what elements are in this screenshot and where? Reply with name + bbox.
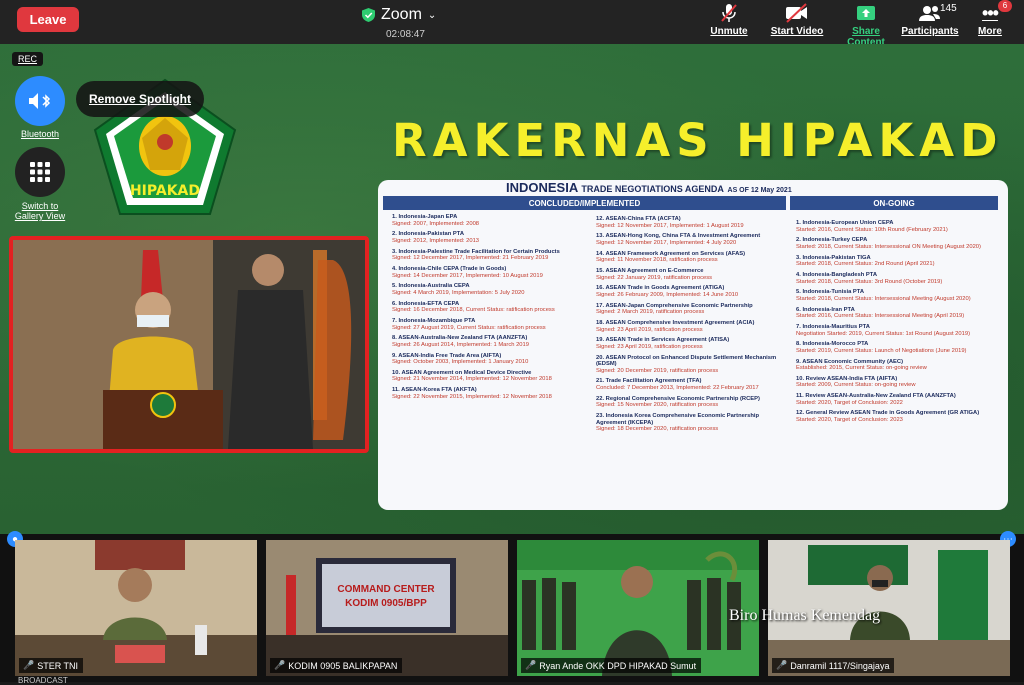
list-item: 4. Indonesia-Chile CEPA (Trade in Goods)… bbox=[392, 265, 543, 279]
list-item: 16. ASEAN Trade in Goods Agreement (ATIG… bbox=[596, 285, 739, 298]
participants-icon bbox=[919, 6, 940, 21]
notification-badge: 6 bbox=[998, 0, 1012, 12]
participants-count: 145 bbox=[940, 3, 957, 14]
list-item: 11. Review ASEAN-Australia-New Zealand F… bbox=[796, 393, 956, 406]
list-item: 14. ASEAN Framework Agreement on Service… bbox=[596, 250, 746, 264]
recording-indicator[interactable]: REC bbox=[12, 52, 44, 66]
list-item: 3. Indonesia-Pakistan TIGA Started: 2018,… bbox=[796, 254, 935, 268]
list-item: 3. Indonesia-Palestine Trade Facilitatio… bbox=[392, 248, 560, 262]
leave-button[interactable]: Leave bbox=[17, 7, 79, 32]
concluded-header: CONCLUDED/IMPLEMENTED bbox=[383, 196, 786, 210]
command-center-text-2: KODIM 0905/BPP bbox=[345, 598, 427, 609]
unmute-label: Unmute bbox=[710, 26, 748, 37]
list-item: 7. Indonesia-Mozambique PTA Signed: 27 Au… bbox=[392, 317, 546, 331]
list-item: 12. ASEAN-China FTA (ACFTA) Signed: 12 No… bbox=[596, 216, 744, 229]
more-label: More bbox=[978, 26, 1002, 37]
headline: RAKERNAS HIPAKAD bbox=[392, 114, 1004, 167]
start-video-button[interactable]: Start Video bbox=[770, 2, 824, 37]
mic-muted-icon bbox=[721, 4, 737, 22]
list-item: 5. Indonesia-Tunisia PTA Started: 2018, C… bbox=[796, 289, 971, 302]
participant-video bbox=[15, 540, 257, 676]
bluetooth-label[interactable]: Bluetooth bbox=[12, 129, 68, 139]
grid-icon bbox=[30, 162, 50, 182]
list-item: 22. Regional Comprehensive Economic Part… bbox=[596, 395, 760, 409]
slide-subtitle: TRADE NEGOTIATIONS AGENDA bbox=[581, 184, 724, 194]
video-off-icon bbox=[786, 3, 807, 23]
share-content-button[interactable]: Share Content bbox=[832, 2, 900, 48]
list-item: 1. Indonesia-Japan EPA Signed: 2007, Impl… bbox=[392, 214, 480, 227]
participant-tile[interactable]: COMMAND CENTER KODIM 0905/BPP 🎤 KODIM 090… bbox=[266, 540, 508, 676]
list-item: 20. ASEAN Protocol on Enhanced Dispute S… bbox=[596, 354, 777, 374]
participant-video: COMMAND CENTER KODIM 0905/BPP bbox=[266, 540, 508, 676]
speaker-video-frame bbox=[13, 240, 365, 449]
list-item: 19. ASEAN Trade in Services Agreement (A… bbox=[596, 337, 730, 350]
mic-muted-icon: 🎤 bbox=[274, 660, 286, 670]
trade-agenda-slide: INDONESIA TRADE NEGOTIATIONS AGENDA AS O… bbox=[378, 180, 1008, 510]
remove-spotlight-button[interactable]: Remove Spotlight bbox=[76, 81, 204, 117]
list-item: 8. ASEAN-Australia-New Zealand FTA (AANZ… bbox=[392, 335, 529, 348]
watermark-text: Biro Humas Kemendag bbox=[729, 607, 881, 624]
list-item: 13. ASEAN-Hong Kong, China FTA & Investm… bbox=[596, 233, 761, 246]
slide-title: INDONESIA TRADE NEGOTIATIONS AGENDA AS O… bbox=[506, 180, 792, 195]
shared-screen-stage: HIPAKAD REC Bluetooth Switch to Gallery … bbox=[0, 44, 1024, 534]
participant-name-label: 🎤 Ryan Ande OKK DPD HIPAKAD Sumut bbox=[521, 658, 702, 673]
concluded-list-left: 1. Indonesia-Japan EPA Signed: 2007, Impl… bbox=[392, 214, 588, 404]
bluetooth-audio-button[interactable] bbox=[15, 76, 65, 126]
participants-label: Participants bbox=[901, 26, 959, 37]
list-item: 17. ASEAN-Japan Comprehensive Economic P… bbox=[596, 302, 753, 316]
list-item: 1. Indonesia-European Union CEPA Started:… bbox=[796, 220, 948, 233]
list-item: 23. Indonesia Korea Comprehensive Econom… bbox=[596, 413, 760, 433]
start-video-label: Start Video bbox=[770, 26, 824, 37]
list-item: 21. Trade Facilitation Agreement (TFA) Co… bbox=[596, 378, 759, 392]
list-item: 11. ASEAN-Korea FTA (AKFTA) Signed: 22 No… bbox=[392, 387, 552, 400]
unmute-button[interactable]: Unmute bbox=[709, 2, 749, 37]
list-item: 2. Indonesia-Turkey CEPA Started: 2018, C… bbox=[796, 237, 981, 250]
meeting-toolbar: Leave Zoom ⌄ 02:08:47 Unmute Start Video bbox=[0, 0, 1024, 48]
speaker-bluetooth-icon bbox=[29, 93, 51, 109]
list-item: 12. General Review ASEAN Trade in Goods … bbox=[796, 410, 980, 424]
ongoing-list: 1. Indonesia-European Union CEPA Started:… bbox=[796, 220, 996, 428]
spotlight-speaker-video bbox=[9, 236, 369, 453]
mic-muted-icon: 🎤 bbox=[525, 660, 537, 670]
list-item: 6. Indonesia-Iran PTA Started: 2016, Curr… bbox=[796, 306, 965, 320]
concluded-list-right: 12. ASEAN-China FTA (ACFTA) Signed: 12 No… bbox=[596, 216, 786, 437]
gallery-view-button[interactable] bbox=[15, 147, 65, 197]
list-item: 7. Indonesia-Mauritius PTA Negotiation St… bbox=[796, 323, 971, 337]
list-item: 15. ASEAN Agreement on E-Commerce Signed:… bbox=[596, 267, 713, 281]
participant-name-label: 🎤 STER TNI bbox=[19, 658, 84, 673]
participant-tile[interactable]: 🎤 Ryan Ande OKK DPD HIPAKAD Sumut bbox=[517, 540, 759, 676]
command-center-text-1: COMMAND CENTER bbox=[337, 584, 435, 595]
list-item: 9. ASEAN-India Free Trade Area (AIFTA) Si… bbox=[392, 352, 529, 366]
slide-asof: AS OF 12 May 2021 bbox=[727, 187, 792, 194]
security-shield-icon bbox=[362, 8, 375, 22]
list-item: 18. ASEAN Comprehensive Investment Agree… bbox=[596, 319, 755, 333]
list-item: 4. Indonesia-Bangladesh PTA Started: 2018… bbox=[796, 271, 943, 285]
mic-muted-icon: 🎤 bbox=[23, 660, 35, 670]
app-title: Zoom bbox=[381, 6, 422, 23]
list-item: 6. Indonesia-EFTA CEPA Signed: 16 Decembe… bbox=[392, 300, 555, 314]
slide-title-country: INDONESIA bbox=[506, 180, 578, 195]
meeting-title[interactable]: Zoom ⌄ bbox=[362, 6, 436, 24]
chevron-down-icon: ⌄ bbox=[427, 9, 437, 21]
list-item: 5. Indonesia-Australia CEPA Signed: 4 Mar… bbox=[392, 283, 525, 296]
list-item: 2. Indonesia-Pakistan PTA Signed: 2012, I… bbox=[392, 231, 480, 244]
list-item: 10. ASEAN Agreement on Medical Device Di… bbox=[392, 369, 552, 383]
ongoing-header: ON-GOING bbox=[790, 196, 998, 210]
participant-name-label: 🎤 KODIM 0905 BALIKPAPAN bbox=[270, 658, 403, 673]
gallery-view-label[interactable]: Switch to Gallery View bbox=[10, 201, 70, 222]
list-item: 9. ASEAN Economic Community (AEC) Establi… bbox=[796, 358, 927, 372]
broadcast-label: BROADCAST bbox=[18, 676, 68, 685]
list-item: 10. Review ASEAN-India FTA (AIFTA) Starte… bbox=[796, 375, 916, 389]
list-item: 8. Indonesia-Morocco PTA Started: 2019, C… bbox=[796, 341, 967, 354]
participant-name-label: 🎤 Danramil 1117/Singajaya bbox=[772, 658, 895, 673]
share-screen-icon bbox=[857, 6, 875, 20]
mic-muted-icon: 🎤 bbox=[776, 660, 788, 670]
logo-text: HIPAKAD bbox=[130, 183, 200, 199]
participant-video bbox=[517, 540, 759, 676]
participant-tile[interactable]: 🎤 STER TNI bbox=[15, 540, 257, 676]
meeting-timer: 02:08:47 bbox=[386, 29, 425, 40]
